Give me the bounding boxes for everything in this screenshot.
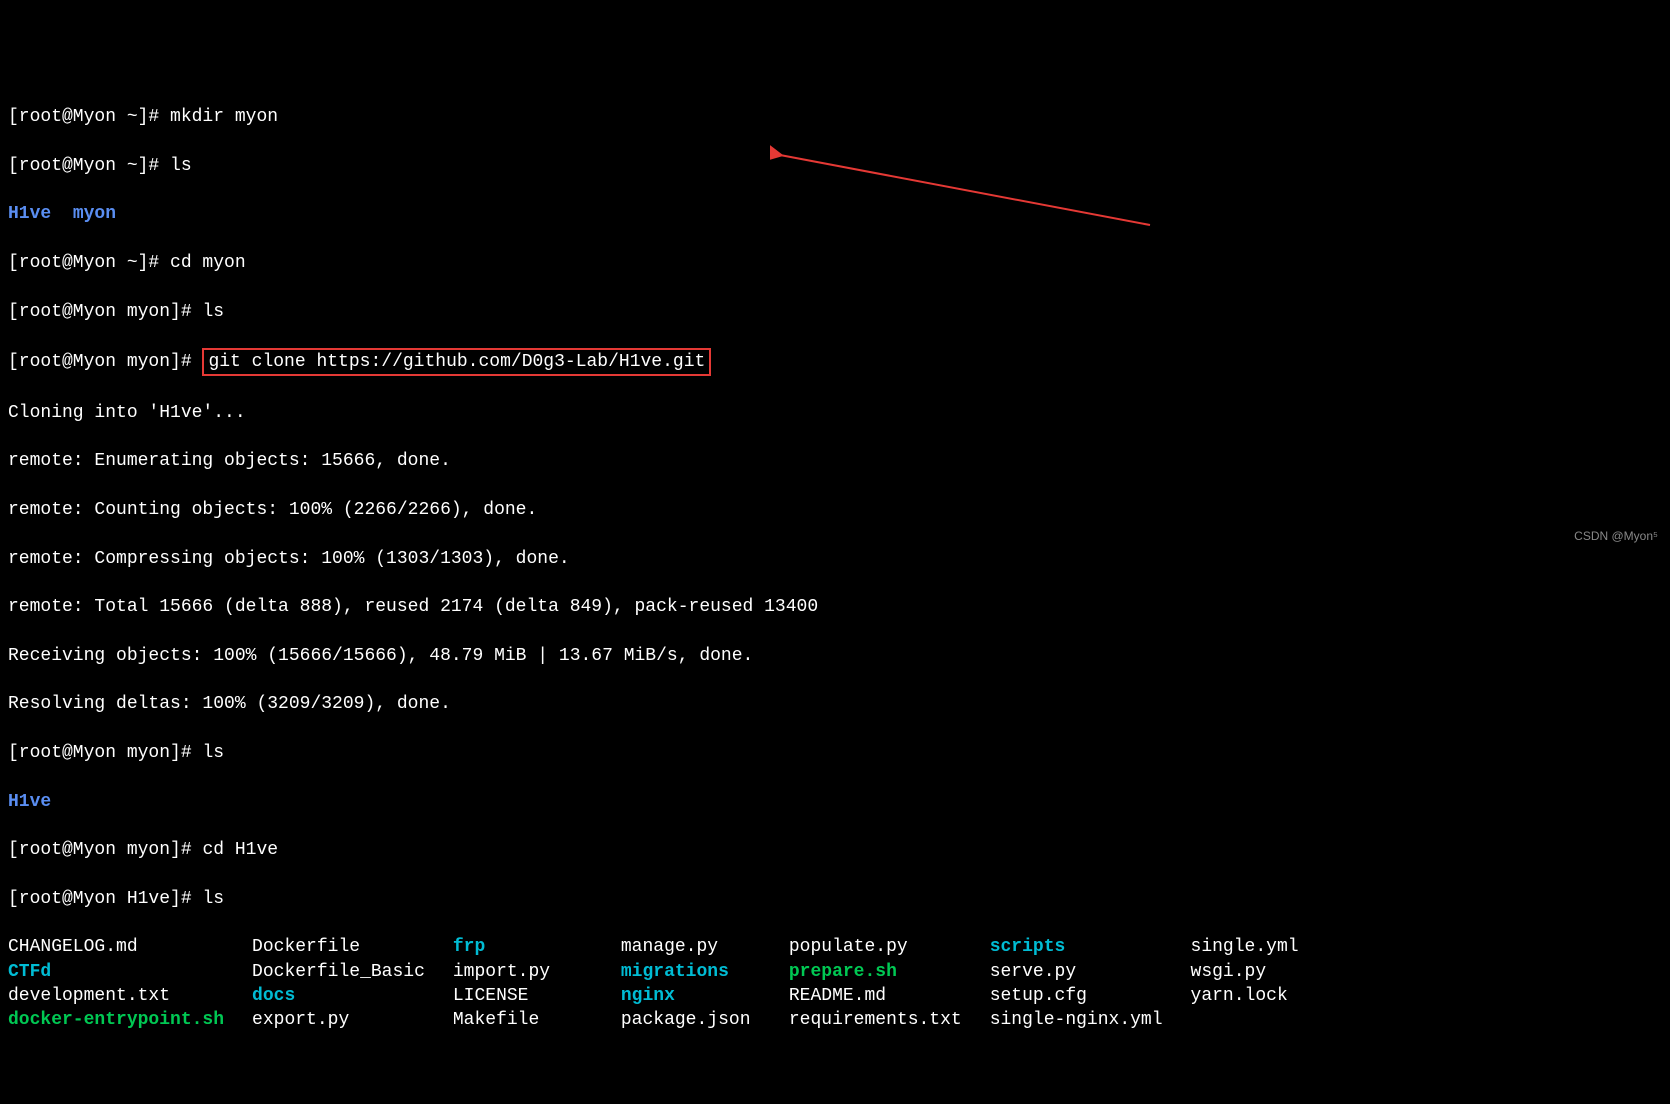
highlighted-command: git clone https://github.com/D0g3-Lab/H1… [202, 348, 711, 376]
dir-name: myon [73, 204, 116, 224]
ls-entry: scripts [990, 935, 1191, 959]
ls-entry: LICENSE [453, 984, 621, 1008]
prompt: [root@Myon ~]# [8, 156, 170, 176]
output-line: remote: Compressing objects: 100% (1303/… [8, 547, 1662, 571]
output-line: remote: Enumerating objects: 15666, done… [8, 449, 1662, 473]
terminal-line: [root@Myon ~]# ls [8, 154, 1662, 178]
ls-entry: Makefile [453, 1008, 621, 1032]
ls-entry: Dockerfile [252, 935, 453, 959]
dir-name: H1ve [8, 204, 51, 224]
command: cd H1ve [202, 840, 278, 860]
ls-listing: CHANGELOG.mdDockerfilefrpmanage.pypopula… [8, 935, 1359, 1032]
ls-entry: requirements.txt [789, 1008, 990, 1032]
ls-entry: export.py [252, 1008, 453, 1032]
command: ls [170, 156, 192, 176]
ls-entry: wsgi.py [1191, 960, 1359, 984]
command: cd myon [170, 253, 246, 273]
output-line: remote: Counting objects: 100% (2266/226… [8, 498, 1662, 522]
terminal-line: [root@Myon myon]# git clone https://gith… [8, 348, 1662, 376]
command: ls [202, 889, 224, 909]
ls-row: development.txtdocsLICENSEnginxREADME.md… [8, 984, 1359, 1008]
prompt: [root@Myon myon]# [8, 352, 202, 372]
ls-entry [1191, 1008, 1359, 1032]
prompt: [root@Myon H1ve]# [8, 889, 202, 909]
ls-output: H1ve [8, 790, 1662, 814]
ls-entry: frp [453, 935, 621, 959]
command: mkdir myon [170, 107, 278, 127]
ls-entry: yarn.lock [1191, 984, 1359, 1008]
ls-entry: single.yml [1191, 935, 1359, 959]
terminal-line: [root@Myon ~]# mkdir myon [8, 105, 1662, 129]
ls-row: CTFdDockerfile_Basicimport.pymigrationsp… [8, 960, 1359, 984]
terminal-line: [root@Myon H1ve]# ls [8, 887, 1662, 911]
ls-entry: nginx [621, 984, 789, 1008]
annotation-arrow-icon [770, 130, 1170, 250]
ls-output: H1ve myon [8, 202, 1662, 226]
ls-entry: package.json [621, 1008, 789, 1032]
ls-entry: docs [252, 984, 453, 1008]
watermark: CSDN @Myon⁵ [1574, 528, 1658, 544]
ls-row: docker-entrypoint.shexport.pyMakefilepac… [8, 1008, 1359, 1032]
terminal-line: [root@Myon ~]# cd myon [8, 251, 1662, 275]
ls-entry: serve.py [990, 960, 1191, 984]
terminal-line: [root@Myon myon]# ls [8, 741, 1662, 765]
ls-entry: CTFd [8, 960, 252, 984]
ls-entry: single-nginx.yml [990, 1008, 1191, 1032]
command: ls [202, 302, 224, 322]
prompt: [root@Myon ~]# [8, 253, 170, 273]
ls-entry: setup.cfg [990, 984, 1191, 1008]
output-line: Receiving objects: 100% (15666/15666), 4… [8, 644, 1662, 668]
command: ls [202, 743, 224, 763]
ls-entry: Dockerfile_Basic [252, 960, 453, 984]
ls-entry: prepare.sh [789, 960, 990, 984]
dir-name: H1ve [8, 792, 51, 812]
prompt: [root@Myon myon]# [8, 743, 202, 763]
prompt: [root@Myon myon]# [8, 840, 202, 860]
ls-entry: CHANGELOG.md [8, 935, 252, 959]
ls-entry: manage.py [621, 935, 789, 959]
output-line: remote: Total 15666 (delta 888), reused … [8, 595, 1662, 619]
prompt: [root@Myon myon]# [8, 302, 202, 322]
prompt: [root@Myon ~]# [8, 107, 170, 127]
ls-row: CHANGELOG.mdDockerfilefrpmanage.pypopula… [8, 935, 1359, 959]
ls-entry: development.txt [8, 984, 252, 1008]
terminal-line: [root@Myon myon]# cd H1ve [8, 838, 1662, 862]
output-line: Resolving deltas: 100% (3209/3209), done… [8, 692, 1662, 716]
ls-entry: migrations [621, 960, 789, 984]
ls-entry: populate.py [789, 935, 990, 959]
ls-entry: import.py [453, 960, 621, 984]
output-line: Cloning into 'H1ve'... [8, 401, 1662, 425]
ls-entry: docker-entrypoint.sh [8, 1008, 252, 1032]
terminal-line: [root@Myon myon]# ls [8, 300, 1662, 324]
ls-entry: README.md [789, 984, 990, 1008]
